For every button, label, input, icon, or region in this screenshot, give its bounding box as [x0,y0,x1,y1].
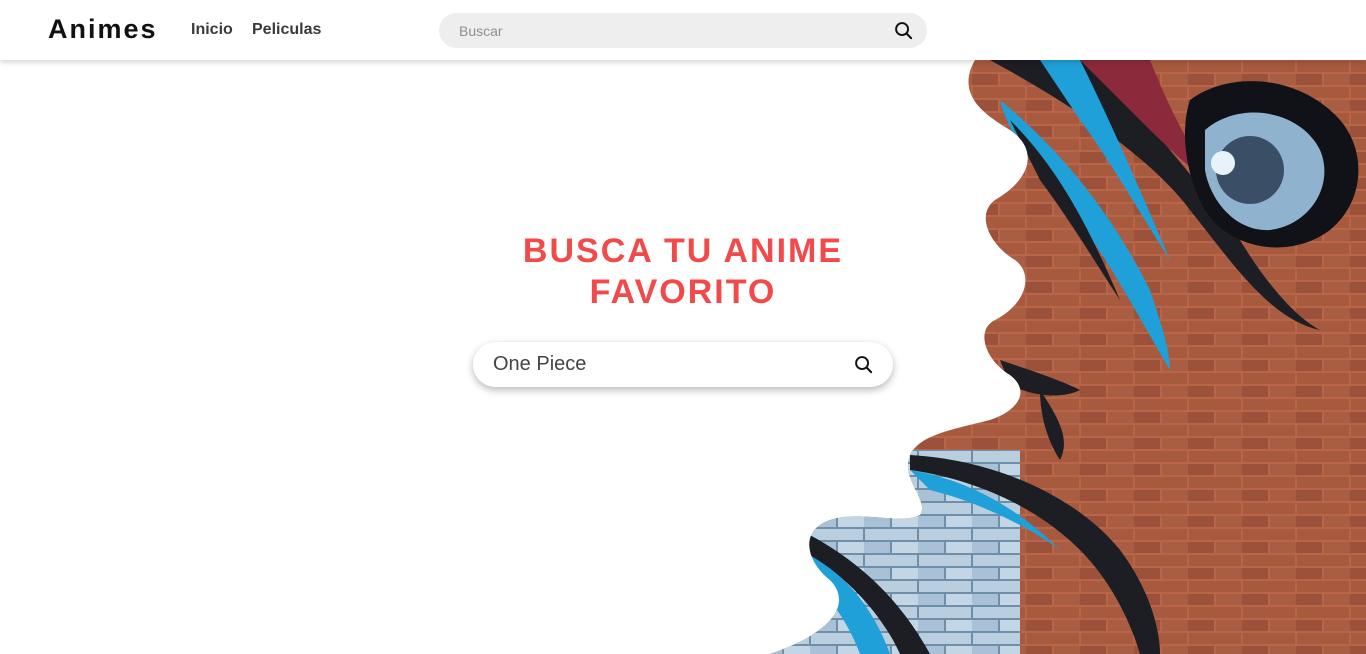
hero-search-input[interactable] [493,342,833,387]
nav-link-peliculas[interactable]: Peliculas [252,21,321,39]
navbar-search-bar [439,13,927,48]
brand-logo[interactable]: Animes [48,14,158,45]
search-icon[interactable] [854,355,873,374]
nav-link-inicio[interactable]: Inicio [191,21,233,39]
navbar-search-input[interactable] [459,13,879,48]
top-navbar: Animes Inicio Peliculas [0,0,1366,60]
search-icon[interactable] [894,21,913,40]
hero-search-bar [473,342,893,387]
hero-title: BUSCA TU ANIME FAVORITO [522,232,844,311]
